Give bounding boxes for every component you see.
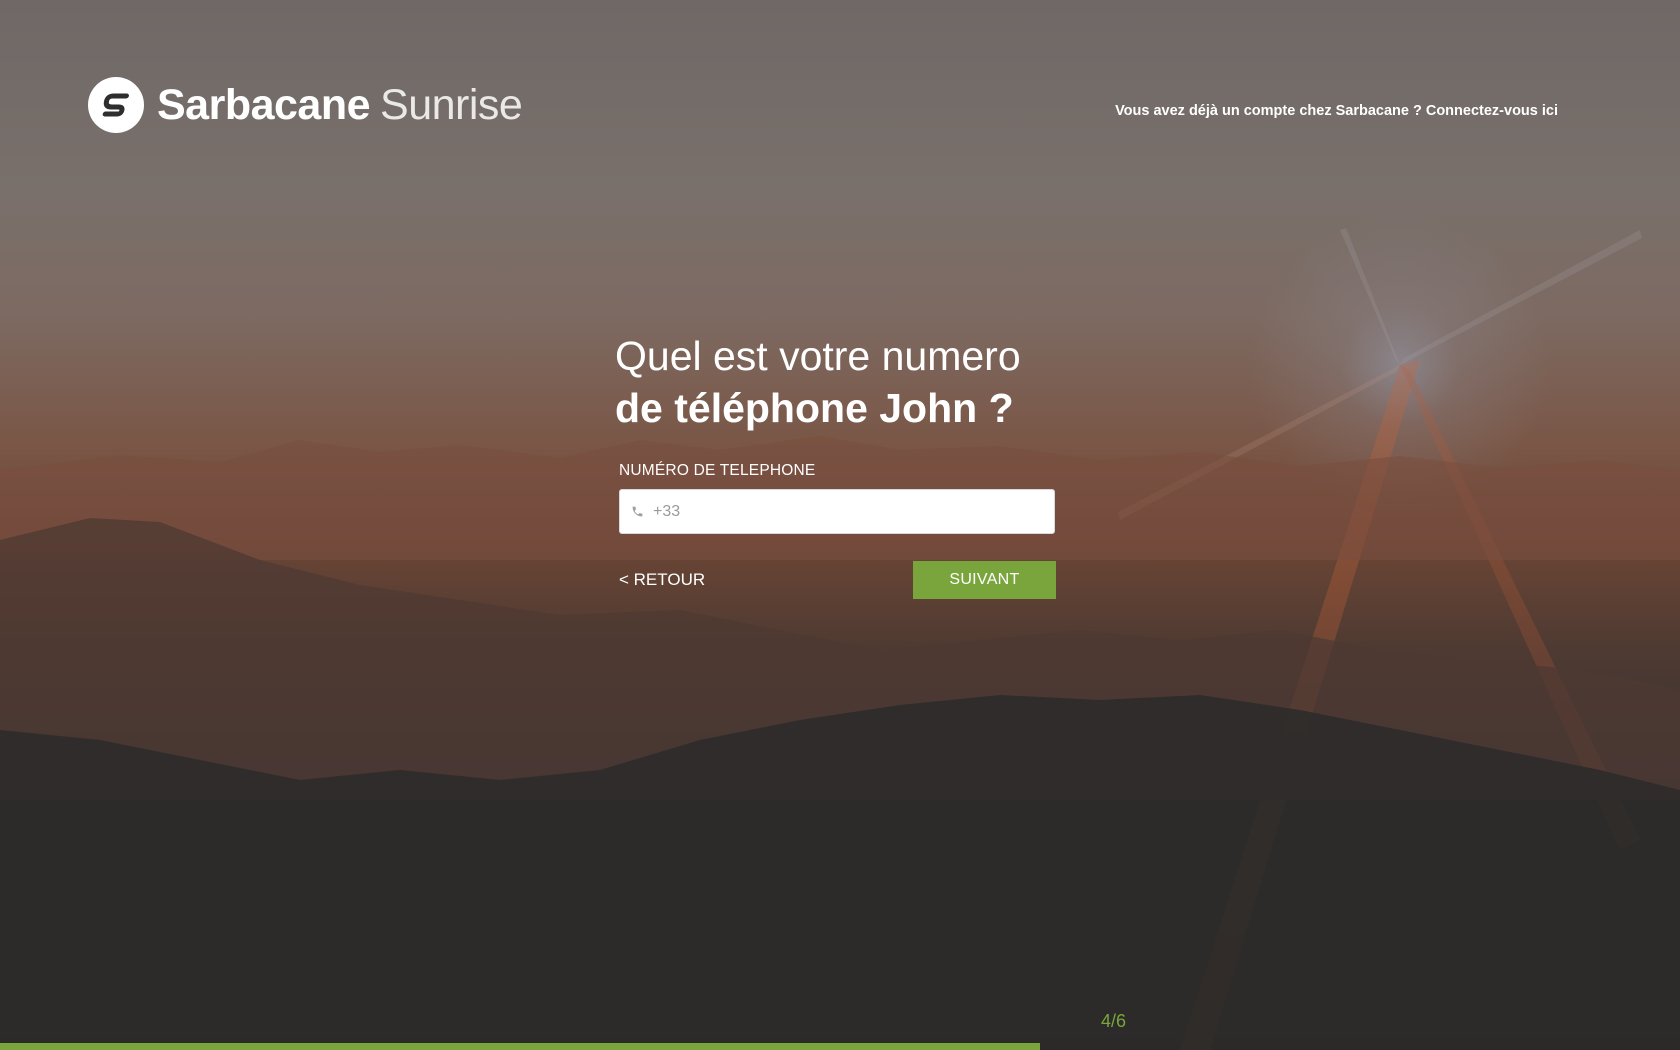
login-link[interactable]: Vous avez déjà un compte chez Sarbacane … bbox=[1115, 103, 1558, 119]
back-button[interactable]: < RETOUR bbox=[619, 570, 705, 590]
phone-icon bbox=[630, 505, 644, 519]
phone-input[interactable] bbox=[653, 491, 1033, 532]
phone-field[interactable] bbox=[619, 489, 1055, 534]
question-heading: Quel est votre numero de téléphone John … bbox=[615, 330, 1095, 434]
signup-page: Sarbacane Sunrise Vous avez déjà un comp… bbox=[0, 0, 1680, 1050]
brand-product: Sunrise bbox=[380, 80, 523, 129]
brand-name: Sarbacane bbox=[157, 80, 371, 129]
progress-bar bbox=[0, 1043, 1680, 1050]
question-line-2: de téléphone John ? bbox=[615, 385, 1014, 431]
step-indicator: 4/6 bbox=[1101, 1011, 1127, 1031]
phone-label: NUMÉRO DE TELEPHONE bbox=[619, 462, 816, 479]
sarbacane-logo-icon bbox=[88, 77, 144, 133]
brand-logo[interactable]: Sarbacane Sunrise bbox=[88, 77, 523, 133]
progress-bar-fill bbox=[0, 1043, 1040, 1050]
next-button[interactable]: SUIVANT bbox=[913, 561, 1056, 599]
question-line-1: Quel est votre numero bbox=[615, 333, 1021, 379]
